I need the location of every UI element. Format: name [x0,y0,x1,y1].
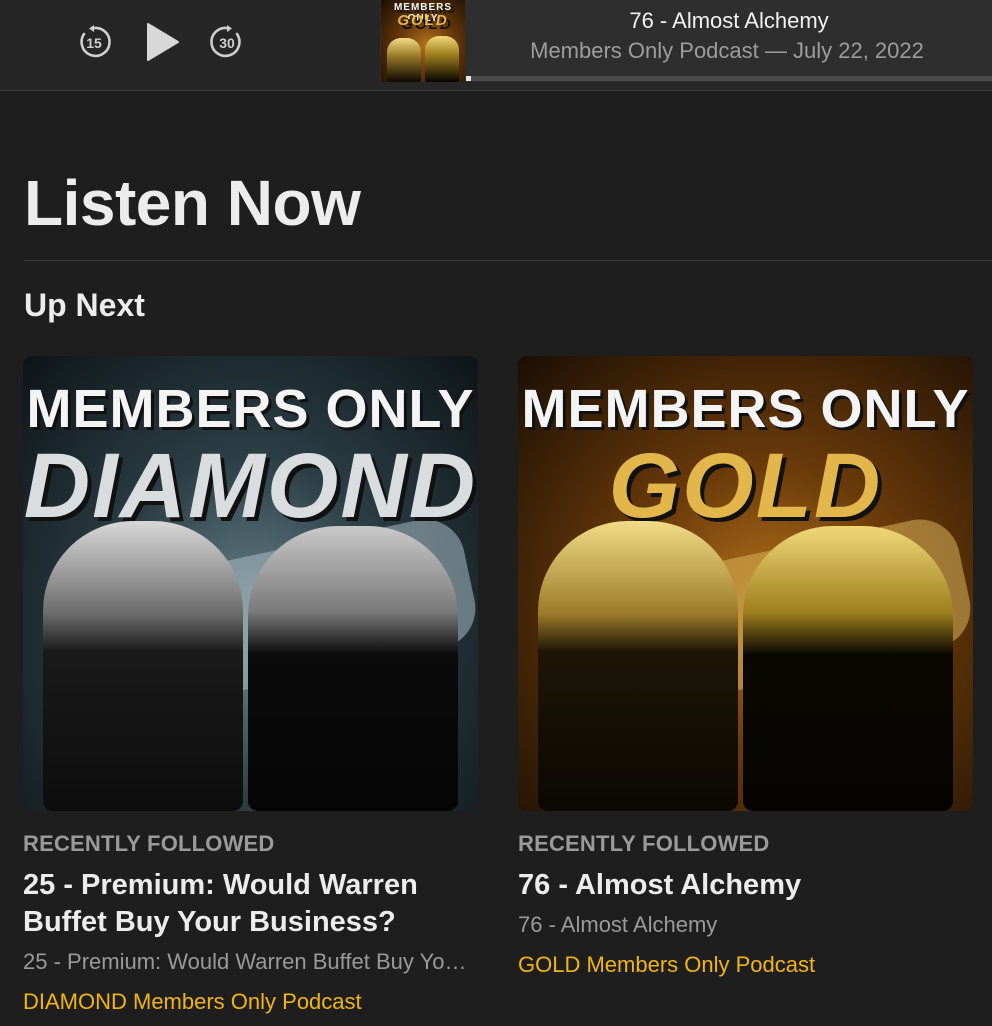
skip-forward-label: 30 [219,35,235,51]
now-playing-panel[interactable]: MEMBERS ONLY GOLD 76 - Almost Alchemy Me… [380,0,992,82]
artwork-person-left [387,38,421,82]
artwork-person-right [743,526,953,811]
skip-back-button[interactable]: 15 [76,24,112,60]
artwork-line2: GOLD [397,12,449,29]
now-playing-info: 76 - Almost Alchemy Members Only Podcast… [466,0,992,82]
artwork-line1: MEMBERS ONLY [26,379,475,439]
card-kicker: RECENTLY FOLLOWED [23,831,275,856]
artwork-line1: MEMBERS ONLY [521,379,970,439]
show-link[interactable]: GOLD Members Only Podcast [518,952,973,978]
episode-artwork[interactable]: MEMBERS ONLY GOLD [518,356,973,811]
playback-progress-fill [466,76,472,81]
episode-card[interactable]: MEMBERS ONLY GOLD RECENTLY FOLLOWED 76 -… [518,356,973,978]
artwork-person-left [538,521,738,811]
skip-forward-button[interactable]: 30 [209,24,245,60]
episode-artwork[interactable]: MEMBERS ONLY DIAMOND [23,356,478,811]
artwork-line2: DIAMOND [23,435,478,537]
now-playing-subtitle: Members Only Podcast — July 22, 2022 [530,38,924,63]
episode-description: 76 - Almost Alchemy [518,912,718,937]
episode-title[interactable]: 25 - Premium: Would Warren Buffet Buy Yo… [23,867,478,941]
skip-back-label: 15 [86,35,102,51]
episode-card[interactable]: MEMBERS ONLY DIAMOND RECENTLY FOLLOWED 2… [23,356,478,1015]
now-playing-title: 76 - Almost Alchemy [629,8,829,33]
play-button[interactable] [140,20,184,64]
title-divider [24,260,992,261]
show-link[interactable]: DIAMOND Members Only Podcast [23,989,478,1015]
transport-controls: 15 30 [76,20,245,64]
card-kicker: RECENTLY FOLLOWED [518,831,770,856]
play-icon [147,23,179,61]
playback-progress-bar[interactable] [466,76,992,81]
artwork-person-right [248,526,458,811]
player-bar: 15 30 MEMBERS ONLY GOLD 76 - Almost Alch… [0,0,992,91]
artwork-line2: GOLD [608,435,883,537]
artwork-person-right [425,36,459,82]
now-playing-artwork[interactable]: MEMBERS ONLY GOLD [381,0,465,82]
section-title-up-next: Up Next [24,287,145,323]
page-title: Listen Now [24,167,361,239]
episode-description: 25 - Premium: Would Warren Buffet Buy Yo… [23,949,473,974]
artwork-person-left [43,521,243,811]
episode-title[interactable]: 76 - Almost Alchemy [518,867,973,904]
